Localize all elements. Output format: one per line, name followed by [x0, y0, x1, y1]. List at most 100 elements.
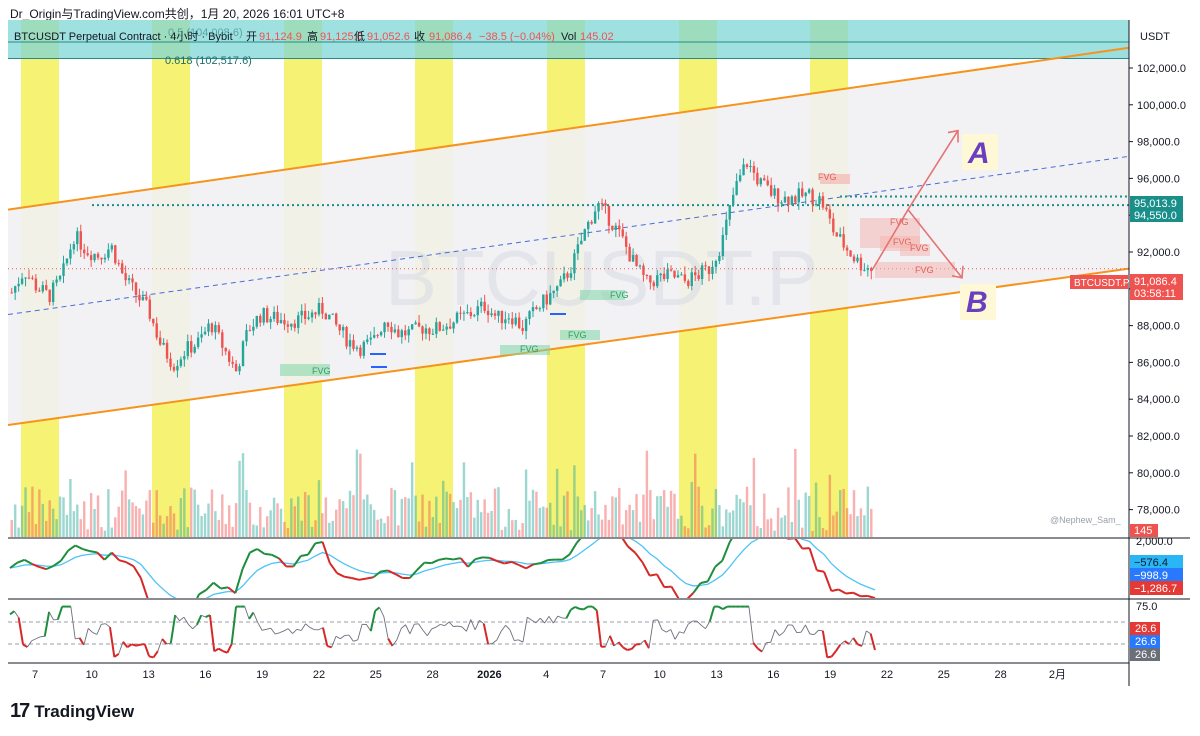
- candle-body: [221, 332, 224, 348]
- volume-bar: [528, 500, 531, 537]
- candle-body: [10, 292, 13, 294]
- volume-bar: [590, 508, 593, 537]
- tag-symbol-text: BTCUSDT.P: [1074, 278, 1130, 289]
- volume-bar: [797, 499, 800, 537]
- candle-body: [445, 326, 448, 330]
- volume-bar: [825, 530, 828, 537]
- candle-body: [55, 279, 58, 283]
- rsi-segment: [327, 645, 332, 649]
- candle-body: [214, 325, 217, 333]
- volume-bar: [690, 481, 693, 537]
- volume-bar: [863, 515, 866, 537]
- candle-body: [307, 317, 310, 319]
- candle-body: [838, 234, 842, 237]
- volume-bar: [83, 501, 86, 537]
- macd-segment: [315, 540, 323, 545]
- chart-canvas[interactable]: BTCUSDT.P FVGFVGFVGFVGFVGFVGFVGFVGFVG A …: [0, 0, 1200, 736]
- tradingview-logo[interactable]: 17 TradingView: [10, 700, 134, 723]
- volume-bar: [352, 495, 355, 537]
- volume-bar: [424, 526, 428, 537]
- candle-body: [483, 301, 486, 311]
- volume-bar: [794, 448, 797, 537]
- macd-segment: [649, 573, 658, 577]
- candle-body: [459, 312, 462, 314]
- candle-body: [331, 313, 334, 315]
- candle-body: [566, 273, 569, 278]
- volume-bar: [169, 506, 172, 537]
- volume-bar: [124, 470, 127, 537]
- volume-bar: [735, 494, 738, 537]
- candle-body: [200, 334, 203, 338]
- candle-body: [210, 323, 214, 333]
- volume-bar: [369, 504, 372, 537]
- volume-bar: [300, 520, 303, 537]
- candle-body: [348, 340, 352, 347]
- volume-bar: [476, 499, 479, 537]
- candle-body: [48, 289, 51, 303]
- candle-body: [117, 263, 120, 265]
- volume-bar: [348, 490, 352, 537]
- candle-body: [134, 282, 138, 295]
- volume-bar: [158, 515, 162, 537]
- macd-axis-top: 2,000.0: [1136, 536, 1173, 548]
- x-tick-label: 28: [426, 669, 438, 681]
- candle-body: [845, 247, 849, 251]
- volume-bar: [469, 492, 473, 537]
- candle-body: [486, 310, 490, 316]
- x-tick-label: 10: [86, 669, 98, 681]
- candle-body: [369, 337, 372, 340]
- candle-body: [524, 318, 528, 332]
- volume-bar: [62, 497, 65, 537]
- volume-bar: [407, 498, 410, 537]
- volume-bar: [414, 495, 417, 537]
- candle-body: [152, 318, 155, 324]
- tradingview-wordmark: TradingView: [34, 701, 135, 721]
- candle-body: [107, 249, 110, 258]
- volume-bar: [694, 453, 697, 537]
- volume-bar: [127, 499, 131, 537]
- macd-segment: [358, 577, 367, 581]
- candle-body: [83, 249, 86, 254]
- volume-bar: [645, 450, 649, 537]
- candle-body: [193, 346, 196, 353]
- volume-bar: [397, 525, 400, 537]
- candle-body: [417, 322, 421, 327]
- volume-bar: [379, 518, 383, 537]
- candle-body: [752, 166, 756, 173]
- volume-bar: [538, 507, 542, 537]
- candle-body: [328, 314, 331, 320]
- candle-body: [711, 266, 714, 274]
- volume-bar: [183, 488, 186, 537]
- candle-body: [473, 315, 476, 317]
- candle-body: [859, 257, 863, 271]
- candle-body: [155, 323, 158, 338]
- candle-body: [635, 255, 638, 267]
- candle-body: [528, 311, 531, 319]
- candle-body: [662, 273, 666, 280]
- candle-body: [552, 290, 555, 294]
- volume-bar: [562, 495, 566, 537]
- candle-body: [303, 310, 307, 319]
- candle-body: [794, 196, 797, 203]
- candle-body: [766, 180, 769, 186]
- volume-bar: [272, 497, 276, 537]
- volume-bar: [269, 510, 272, 537]
- candle-body: [669, 269, 673, 271]
- volume-bar: [200, 515, 203, 537]
- volume-bar: [431, 517, 435, 537]
- candle-body: [431, 333, 435, 335]
- volume-bar: [517, 529, 521, 537]
- candle-body: [76, 231, 79, 245]
- candle-body: [310, 312, 314, 318]
- candle-body: [517, 317, 521, 329]
- candle-body: [314, 312, 317, 315]
- fvg-label: FVG: [610, 290, 629, 300]
- volume-bar: [138, 508, 141, 537]
- volume-bar: [317, 480, 321, 537]
- candle-body: [276, 311, 279, 323]
- volume-bar: [41, 503, 45, 537]
- volume-bar: [787, 487, 790, 537]
- credit-watermark: @Nephew_Sam_: [1050, 515, 1122, 525]
- candle-body: [376, 335, 379, 337]
- volume-bar: [524, 469, 528, 537]
